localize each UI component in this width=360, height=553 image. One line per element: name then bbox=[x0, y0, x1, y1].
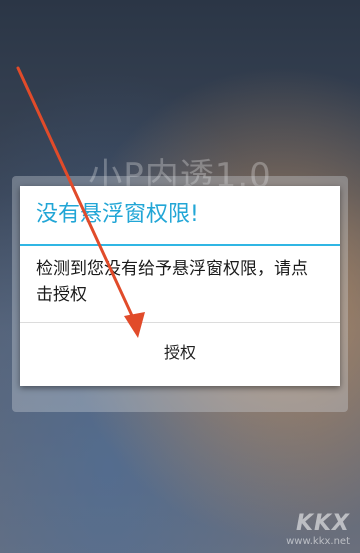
watermark: KKX www.kkx.net bbox=[286, 511, 350, 547]
permission-dialog: 没有悬浮窗权限! 检测到您没有给予悬浮窗权限，请点击授权 授权 bbox=[20, 186, 340, 386]
authorize-button[interactable]: 授权 bbox=[20, 323, 340, 383]
dialog-title: 没有悬浮窗权限! bbox=[36, 202, 199, 227]
watermark-url: www.kkx.net bbox=[286, 536, 350, 547]
watermark-logo: KKX bbox=[295, 511, 350, 536]
dialog-message: 检测到您没有给予悬浮窗权限，请点击授权 bbox=[36, 259, 308, 305]
